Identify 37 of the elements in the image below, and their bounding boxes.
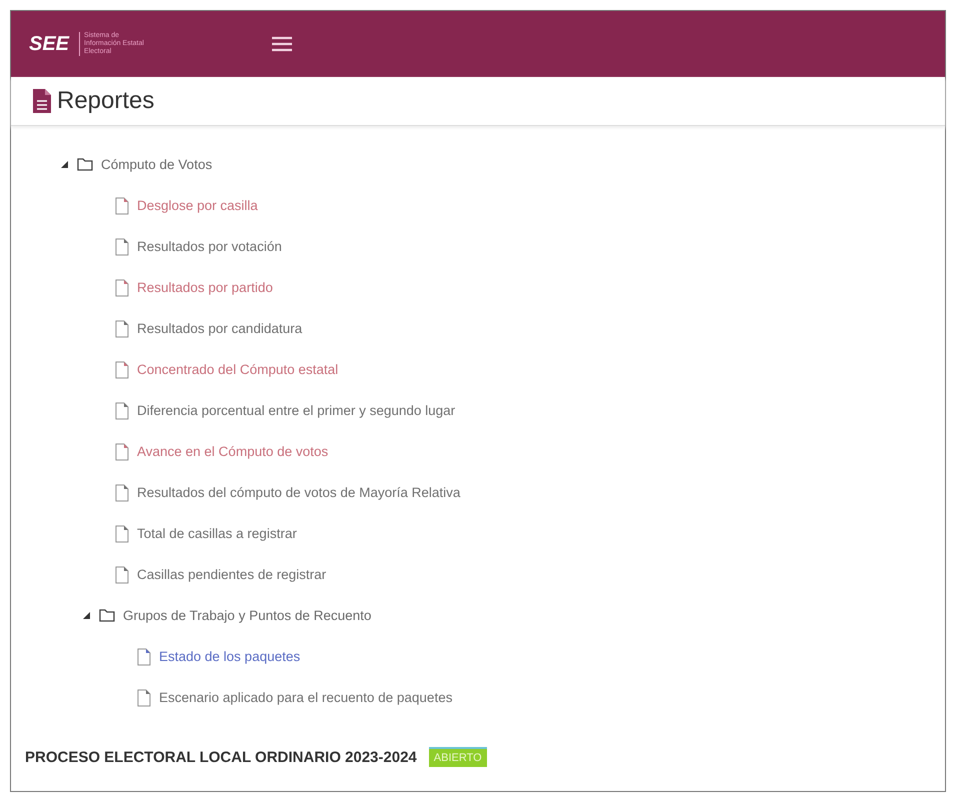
menu-icon xyxy=(272,36,292,52)
file-icon xyxy=(115,442,129,460)
status-badge: ABIERTO xyxy=(428,747,487,767)
process-name: PROCESO ELECTORAL LOCAL ORDINARIO 2023-2024 xyxy=(25,748,417,766)
app-logo: SEE xyxy=(29,32,70,56)
file-icon xyxy=(115,278,129,296)
report-link[interactable]: Estado de los paquetes xyxy=(159,649,300,664)
page-title: Reportes xyxy=(57,87,154,115)
file-icon xyxy=(115,484,129,502)
report-link[interactable]: Total de casillas a registrar xyxy=(137,526,297,541)
expanded-arrow-icon[interactable] xyxy=(60,161,68,168)
menu-button[interactable] xyxy=(270,34,294,54)
folder-icon xyxy=(77,158,93,171)
file-icon xyxy=(137,648,151,666)
report-link[interactable]: Concentrado del Cómputo estatal xyxy=(137,362,338,377)
report-link[interactable]: Desglose por casilla xyxy=(137,198,258,213)
file-icon xyxy=(115,402,129,420)
file-icon xyxy=(115,238,129,256)
file-icon xyxy=(115,360,129,378)
report-link[interactable]: Diferencia porcentual entre el primer y segundo lugar xyxy=(137,403,456,418)
folder-icon xyxy=(99,609,115,622)
report-link[interactable]: Resultados por votación xyxy=(137,239,282,254)
report-link[interactable]: Resultados por partido xyxy=(137,280,273,295)
report-link[interactable]: Casillas pendientes de registrar xyxy=(137,567,326,582)
folder-label[interactable]: Cómputo de Votos xyxy=(101,157,212,172)
report-link[interactable]: Resultados del cómputo de votos de Mayoría Relativa xyxy=(137,485,460,500)
expanded-arrow-icon[interactable] xyxy=(82,612,90,619)
file-icon xyxy=(137,688,151,706)
file-icon xyxy=(115,566,129,584)
report-link[interactable]: Escenario aplicado para el recuento de paquetes xyxy=(159,690,452,705)
document-icon xyxy=(33,89,51,113)
file-icon xyxy=(115,524,129,542)
report-link[interactable]: Avance en el Cómputo de votos xyxy=(137,444,328,459)
folder-label[interactable]: Grupos de Trabajo y Puntos de Recuento xyxy=(123,608,372,623)
file-icon xyxy=(115,196,129,214)
file-icon xyxy=(115,320,129,338)
report-link[interactable]: Resultados por candidatura xyxy=(137,321,302,336)
